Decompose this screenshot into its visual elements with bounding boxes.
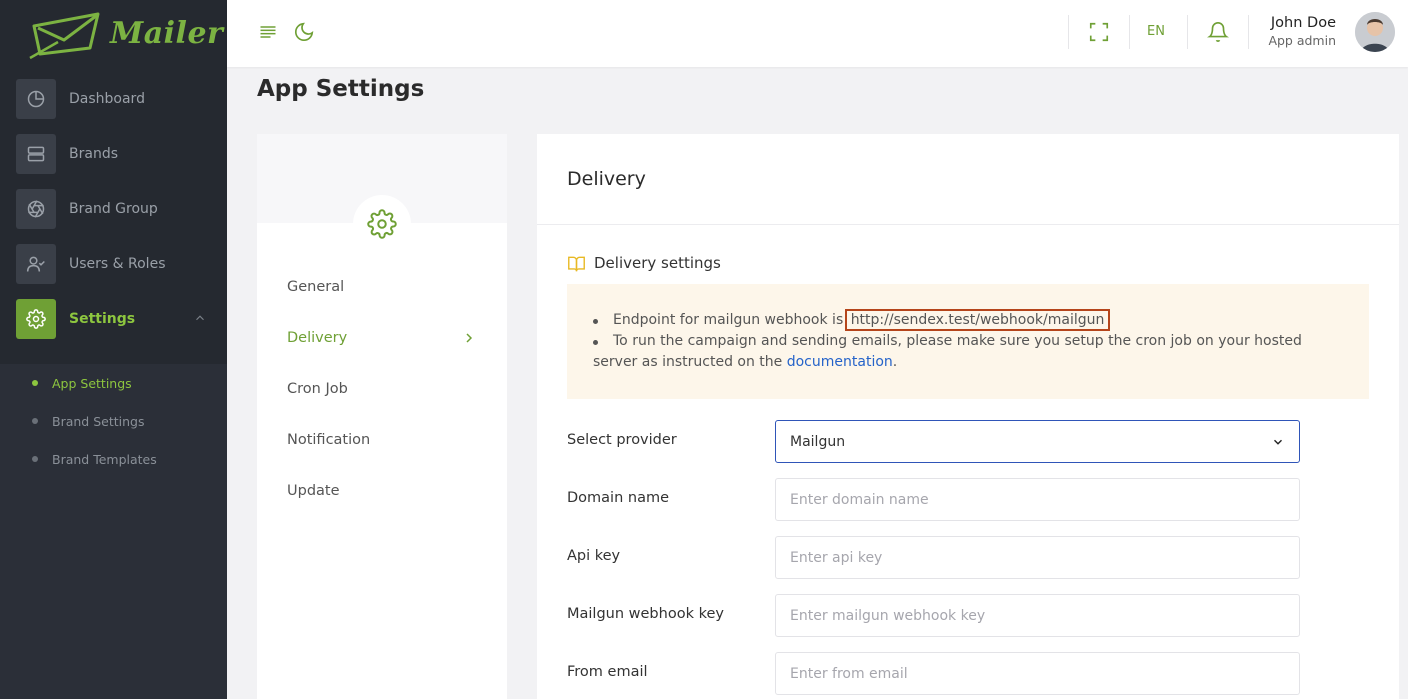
settings-menu-label: General	[287, 278, 345, 295]
language-selector[interactable]: EN	[1147, 24, 1165, 39]
api-key-input[interactable]	[775, 536, 1300, 579]
settings-menu-label: Update	[287, 482, 340, 499]
sidebar-item-label: Brand Group	[69, 201, 158, 217]
envelope-logo-icon	[29, 12, 100, 59]
info-notice: Endpoint for mailgun webhook is http://s…	[567, 284, 1369, 399]
webhook-key-input[interactable]	[775, 594, 1300, 637]
from-email-input[interactable]	[775, 652, 1300, 695]
settings-menu-delivery[interactable]: Delivery	[287, 312, 477, 363]
provider-row: Select provider Mailgun	[567, 420, 1300, 463]
sidebar-item-label: Users & Roles	[69, 256, 166, 272]
user-role: App admin	[1268, 33, 1336, 48]
section-title-text: Delivery settings	[594, 254, 721, 272]
sidebar-item-brand-group[interactable]: Brand Group	[16, 189, 211, 229]
notice-item: Endpoint for mailgun webhook is http://s…	[593, 309, 1349, 331]
sidebar-item-brands[interactable]: Brands	[16, 134, 211, 174]
settings-menu: General Delivery Cron Job Notification U…	[287, 261, 477, 516]
api-key-label: Api key	[567, 548, 621, 564]
settings-menu-label: Cron Job	[287, 380, 348, 397]
sidebar-item-label: Brands	[69, 146, 118, 162]
notice-item: To run the campaign and sending emails, …	[593, 331, 1349, 373]
avatar[interactable]	[1355, 12, 1395, 52]
domain-row: Domain name	[567, 478, 1300, 521]
gear-icon	[367, 209, 397, 239]
submenu-item-brand-settings[interactable]: Brand Settings	[0, 402, 227, 440]
api-key-row: Api key	[567, 536, 1300, 579]
notice-text: .	[892, 354, 898, 370]
settings-menu-card: General Delivery Cron Job Notification U…	[257, 134, 507, 699]
settings-menu-cron-job[interactable]: Cron Job	[287, 363, 477, 414]
divider	[1129, 15, 1130, 49]
chevron-right-icon	[466, 332, 473, 343]
pie-chart-icon	[16, 79, 56, 119]
provider-label: Select provider	[567, 432, 677, 448]
provider-select[interactable]: Mailgun	[775, 420, 1300, 463]
server-icon	[16, 134, 56, 174]
webhook-key-row: Mailgun webhook key	[567, 594, 1300, 637]
notice-text: Endpoint for mailgun webhook is	[613, 312, 844, 328]
sidebar-nav: Dashboard Brands Brand Group Users & Rol…	[0, 67, 227, 364]
bullet-dot	[32, 456, 38, 462]
sidebar-item-settings[interactable]: Settings	[16, 299, 211, 339]
bullet-dot	[32, 418, 38, 424]
book-open-icon	[568, 256, 585, 271]
submenu-item-label: Brand Templates	[52, 451, 157, 467]
settings-menu-general[interactable]: General	[287, 261, 477, 312]
provider-value: Mailgun	[790, 433, 846, 450]
chevron-up-icon	[196, 315, 204, 321]
menu-toggle-icon[interactable]	[258, 22, 278, 42]
sidebar-item-users-roles[interactable]: Users & Roles	[16, 244, 211, 284]
submenu-item-label: Brand Settings	[52, 413, 145, 429]
webhook-url: http://sendex.test/webhook/mailgun	[844, 309, 1111, 331]
domain-input[interactable]	[775, 478, 1300, 521]
settings-submenu: App Settings Brand Settings Brand Templa…	[0, 364, 227, 486]
settings-menu-notification[interactable]: Notification	[287, 414, 477, 465]
webhook-key-label: Mailgun webhook key	[567, 606, 724, 622]
documentation-link[interactable]: documentation	[787, 354, 893, 370]
settings-gear-badge	[353, 195, 411, 253]
logo[interactable]: Mailer	[0, 0, 227, 67]
settings-menu-label: Notification	[287, 431, 371, 448]
delivery-card: Delivery Delivery settings Endpoint for …	[537, 134, 1399, 699]
topbar: EN John Doe App admin	[227, 0, 1408, 67]
bell-icon[interactable]	[1207, 20, 1229, 44]
notice-text: server as instructed on the	[593, 354, 783, 370]
moon-icon[interactable]	[293, 21, 315, 43]
divider	[1248, 15, 1249, 49]
divider	[1068, 15, 1069, 49]
divider	[1187, 15, 1188, 49]
from-email-label: From email	[567, 664, 648, 680]
bullet-dot	[32, 380, 38, 386]
sidebar: Mailer Dashboard Brands Brand Group User…	[0, 0, 227, 699]
submenu-item-label: App Settings	[52, 375, 132, 391]
user-name[interactable]: John Doe	[1271, 15, 1336, 31]
chevron-down-icon	[1274, 439, 1282, 445]
domain-label: Domain name	[567, 490, 669, 506]
sidebar-item-dashboard[interactable]: Dashboard	[16, 79, 211, 119]
settings-menu-label: Delivery	[287, 329, 348, 346]
notice-text-wrap: server as instructed on the documentatio…	[593, 352, 1349, 373]
user-check-icon	[16, 244, 56, 284]
submenu-item-app-settings[interactable]: App Settings	[0, 364, 227, 402]
aperture-icon	[16, 189, 56, 229]
notice-text: To run the campaign and sending emails, …	[613, 333, 1302, 349]
gear-icon	[16, 299, 56, 339]
submenu-item-brand-templates[interactable]: Brand Templates	[0, 440, 227, 478]
card-title: Delivery	[537, 134, 1399, 225]
sidebar-item-label: Settings	[69, 311, 136, 327]
settings-menu-update[interactable]: Update	[287, 465, 477, 516]
fullscreen-icon[interactable]	[1088, 21, 1110, 43]
sidebar-item-label: Dashboard	[69, 91, 145, 107]
page-title: App Settings	[257, 76, 425, 102]
from-email-row: From email	[567, 652, 1300, 695]
section-title: Delivery settings	[567, 254, 721, 272]
logo-text: Mailer	[110, 16, 224, 51]
